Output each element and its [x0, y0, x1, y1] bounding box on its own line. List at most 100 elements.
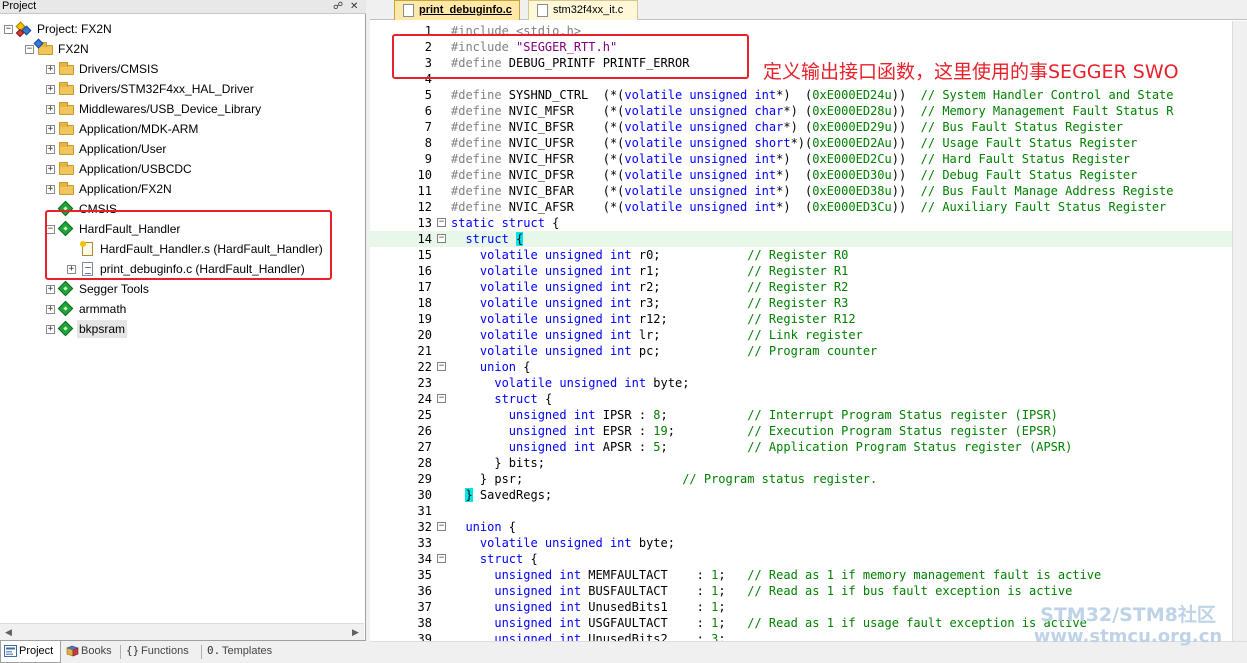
code-text: #define NVIC_BFSR (*(volatile unsigned c… [451, 119, 1123, 135]
code-token: // Application Program Status register (… [747, 440, 1073, 454]
code-token: 8 [653, 408, 661, 422]
code-token: #define [451, 184, 502, 198]
expand-icon[interactable]: + [46, 125, 55, 134]
code-line[interactable]: 30 } SavedRegs; [370, 487, 1247, 503]
tree-item-label: FX2N [58, 42, 89, 56]
tab-functions[interactable]: {} Functions [123, 641, 199, 663]
code-line[interactable]: 23 volatile unsigned int byte; [370, 375, 1247, 391]
code-line[interactable]: 35 unsigned int MEMFAULTACT : 1; // Read… [370, 567, 1247, 583]
code-line[interactable]: 10 #define NVIC_DFSR (*(volatile unsigned… [370, 167, 1247, 183]
code-token: r0; [631, 248, 748, 262]
collapse-icon[interactable]: − [4, 25, 13, 34]
code-line[interactable]: 26 unsigned int EPSR : 19; // Execution … [370, 423, 1247, 439]
tree-item[interactable]: + Drivers/CMSIS [0, 59, 364, 79]
tree-item[interactable]: + Application/FX2N [0, 179, 364, 199]
code-token: )) [891, 104, 921, 118]
fold-collapse-icon[interactable]: − [437, 394, 446, 403]
code-line[interactable]: 36 unsigned int BUSFAULTACT : 1; // Read… [370, 583, 1247, 599]
scroll-left-icon[interactable]: ◀ [0, 624, 17, 641]
code-line[interactable]: 20 volatile unsigned int lr; // Link reg… [370, 327, 1247, 343]
code-line[interactable]: 17 volatile unsigned int r2; // Register… [370, 279, 1247, 295]
pin-icon[interactable]: ☍ [333, 0, 343, 13]
tree-item[interactable]: + Drivers/STM32F4xx_HAL_Driver [0, 79, 364, 99]
code-token: volatile unsigned int [494, 376, 647, 390]
tree-item[interactable]: + Application/MDK-ARM [0, 119, 364, 139]
expand-icon[interactable]: + [46, 165, 55, 174]
tree-item-label: Application/MDK-ARM [79, 122, 199, 136]
code-line[interactable]: 12 #define NVIC_AFSR (*(volatile unsigned… [370, 199, 1247, 215]
code-token: 0xE000ED28u [812, 104, 892, 118]
code-line[interactable]: 25 unsigned int IPSR : 8; // Interrupt P… [370, 407, 1247, 423]
code-line[interactable]: 15 volatile unsigned int r0; // Register… [370, 247, 1247, 263]
expand-icon[interactable]: + [46, 85, 55, 94]
code-line[interactable]: 22− union { [370, 359, 1247, 375]
expand-icon[interactable]: + [46, 105, 55, 114]
code-token: // Bus Fault Manage Address Registe [920, 184, 1174, 198]
code-line[interactable]: 18 volatile unsigned int r3; // Register… [370, 295, 1247, 311]
collapse-icon[interactable]: − [25, 45, 34, 54]
code-line[interactable]: 31 [370, 503, 1247, 519]
line-number: 17 [417, 280, 432, 294]
tree-item[interactable]: + Application/USBCDC [0, 159, 364, 179]
editor-tab-print-debuginfo[interactable]: print_debuginfo.c [394, 0, 520, 20]
tree-item[interactable]: + bkpsram [0, 319, 364, 339]
code-token: SYSHND_CTRL (*( [501, 88, 625, 102]
c-file-icon [537, 4, 548, 17]
code-line[interactable]: 32− union { [370, 519, 1247, 535]
tree-horizontal-scrollbar[interactable]: ◀ ▶ [0, 623, 364, 640]
expand-icon[interactable]: + [46, 285, 55, 294]
code-line[interactable]: 29 } psr; // Program status register. [370, 471, 1247, 487]
fold-collapse-icon[interactable]: − [437, 554, 446, 563]
code-token: // Bus Fault Status Register [920, 120, 1123, 134]
fold-collapse-icon[interactable]: − [437, 218, 446, 227]
code-line[interactable]: 34− struct { [370, 551, 1247, 567]
code-token: r1; [631, 264, 748, 278]
code-line[interactable]: 11 #define NVIC_BFAR (*(volatile unsigned… [370, 183, 1247, 199]
tab-books[interactable]: Books [63, 641, 119, 663]
code-line[interactable]: 13− static struct { [370, 215, 1247, 231]
close-icon[interactable]: ✕ [350, 0, 358, 13]
tree-item[interactable]: + Segger Tools [0, 279, 364, 299]
code-line[interactable]: 33 volatile unsigned int byte; [370, 535, 1247, 551]
tree-item[interactable]: − FX2N [0, 38, 364, 59]
code-text: volatile unsigned int r0; // Register R0 [451, 247, 848, 263]
code-line[interactable]: 6 #define NVIC_MFSR (*(volatile unsigned … [370, 103, 1247, 119]
code-text: unsigned int APSR : 5; // Application Pr… [451, 439, 1073, 455]
scroll-right-icon[interactable]: ▶ [347, 624, 364, 641]
books-icon [66, 645, 79, 657]
expand-icon[interactable]: + [46, 65, 55, 74]
line-number: 12 [417, 200, 432, 214]
code-line[interactable]: 8 #define NVIC_UFSR (*(volatile unsigned … [370, 135, 1247, 151]
tree-item[interactable]: + Middlewares/USB_Device_Library [0, 99, 364, 119]
fold-collapse-icon[interactable]: − [437, 234, 446, 243]
tab-templates[interactable]: 0. Templates [204, 641, 284, 663]
expand-icon[interactable]: + [46, 145, 55, 154]
tree-item[interactable]: + armmath [0, 299, 364, 319]
expand-icon[interactable]: + [46, 325, 55, 334]
fold-collapse-icon[interactable]: − [437, 362, 446, 371]
fold-collapse-icon[interactable]: − [437, 522, 446, 531]
code-line[interactable]: 24− struct { [370, 391, 1247, 407]
code-line[interactable]: 9 #define NVIC_HFSR (*(volatile unsigned … [370, 151, 1247, 167]
code-line[interactable]: 27 unsigned int APSR : 5; // Application… [370, 439, 1247, 455]
tab-project[interactable]: Project [0, 641, 61, 663]
expand-icon[interactable]: + [46, 305, 55, 314]
code-line[interactable]: 14− struct { [370, 231, 1247, 247]
code-line[interactable]: 16 volatile unsigned int r1; // Register… [370, 263, 1247, 279]
code-vertical-scrollbar[interactable] [1232, 21, 1247, 641]
code-editor[interactable]: 1 #include <stdio.h> 2 #include "SEGGER_RTT… [370, 21, 1247, 641]
code-line[interactable]: 28 } bits; [370, 455, 1247, 471]
code-line[interactable]: 21 volatile unsigned int pc; // Program … [370, 343, 1247, 359]
editor-tab-stm32f4xx-it[interactable]: stm32f4xx_it.c [528, 0, 638, 20]
code-token: unsigned int [494, 616, 582, 630]
code-line[interactable]: 7 #define NVIC_BFSR (*(volatile unsigned … [370, 119, 1247, 135]
code-text: volatile unsigned int r12; // Register R… [451, 311, 856, 327]
code-line[interactable]: 19 volatile unsigned int r12; // Registe… [370, 311, 1247, 327]
tree-item[interactable]: + Application/User [0, 139, 364, 159]
project-bottom-tabs: Project Books {} Functions 0. Templates [0, 640, 366, 663]
expand-icon[interactable]: + [46, 185, 55, 194]
tree-item[interactable]: − Project: FX2N [0, 19, 364, 39]
code-line[interactable]: 5 #define SYSHND_CTRL (*(volatile unsigne… [370, 87, 1247, 103]
